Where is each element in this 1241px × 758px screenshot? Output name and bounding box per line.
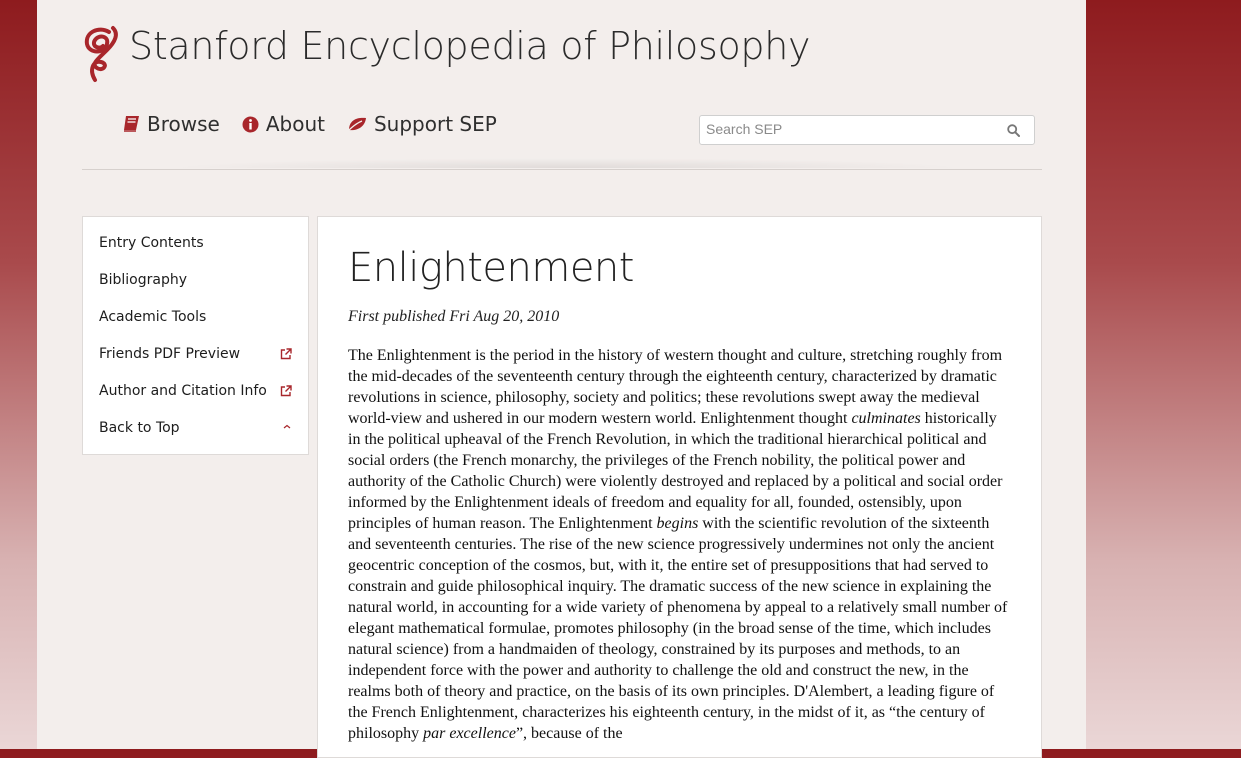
external-link-icon <box>280 385 292 397</box>
toc-academic-tools-label: Academic Tools <box>99 309 207 325</box>
page-container: Stanford Encyclopedia of Philosophy Brow… <box>37 0 1086 758</box>
preamble-text-2: historically in the political upheaval o… <box>348 410 1003 532</box>
preamble-text-3: with the scientific revolution of the si… <box>348 515 1008 742</box>
toc-bibliography[interactable]: Bibliography <box>83 262 308 299</box>
toc-academic-tools[interactable]: Academic Tools <box>83 299 308 336</box>
search-icon[interactable] <box>1007 124 1020 137</box>
toc-back-to-top-label: Back to Top <box>99 420 180 436</box>
publication-date: First published Fri Aug 20, 2010 <box>348 308 560 325</box>
nav-support[interactable]: Support SEP <box>347 112 497 136</box>
nav-browse-label: Browse <box>147 112 220 136</box>
entry-navigation: Entry Contents Bibliography Academic Too… <box>82 216 309 455</box>
toc-back-to-top[interactable]: Back to Top <box>83 410 308 447</box>
entry-title: Enlightenment <box>348 245 634 291</box>
nav-about-label: About <box>265 112 325 136</box>
header-shadow <box>167 158 967 168</box>
preamble-emphasis-3: par excellence <box>423 725 516 742</box>
toc-author-citation-info[interactable]: Author and Citation Info <box>83 373 308 410</box>
entry-preamble: The Enlightenment is the period in the h… <box>348 345 1013 744</box>
toc-friends-pdf-preview[interactable]: Friends PDF Preview <box>83 336 308 373</box>
leaf-icon <box>347 117 366 132</box>
site-title[interactable]: Stanford Encyclopedia of Philosophy <box>129 24 811 68</box>
sep-logo-icon[interactable] <box>79 24 121 84</box>
search-input[interactable] <box>700 116 996 142</box>
preamble-emphasis-1: culminates <box>851 410 921 427</box>
preamble-text-4: ”, because of the <box>515 725 623 742</box>
nav-about[interactable]: About <box>242 112 325 136</box>
chevron-up-icon <box>283 424 291 429</box>
info-circle-icon <box>242 116 259 132</box>
search-box <box>699 115 1035 145</box>
book-icon <box>124 116 139 132</box>
toc-author-citation-info-label: Author and Citation Info <box>99 383 267 399</box>
preamble-emphasis-2: begins <box>656 515 699 532</box>
toc-entry-contents[interactable]: Entry Contents <box>83 225 308 262</box>
nav-support-label: Support SEP <box>373 112 497 136</box>
toc-friends-pdf-preview-label: Friends PDF Preview <box>99 346 241 362</box>
main-nav: Browse About Support SEP <box>123 112 497 136</box>
external-link-icon <box>280 348 292 360</box>
toc-bibliography-label: Bibliography <box>99 272 187 288</box>
header-divider <box>82 169 1042 170</box>
nav-browse[interactable]: Browse <box>123 112 220 136</box>
entry-content: Enlightenment First published Fri Aug 20… <box>317 216 1042 758</box>
toc-entry-contents-label: Entry Contents <box>99 235 204 251</box>
